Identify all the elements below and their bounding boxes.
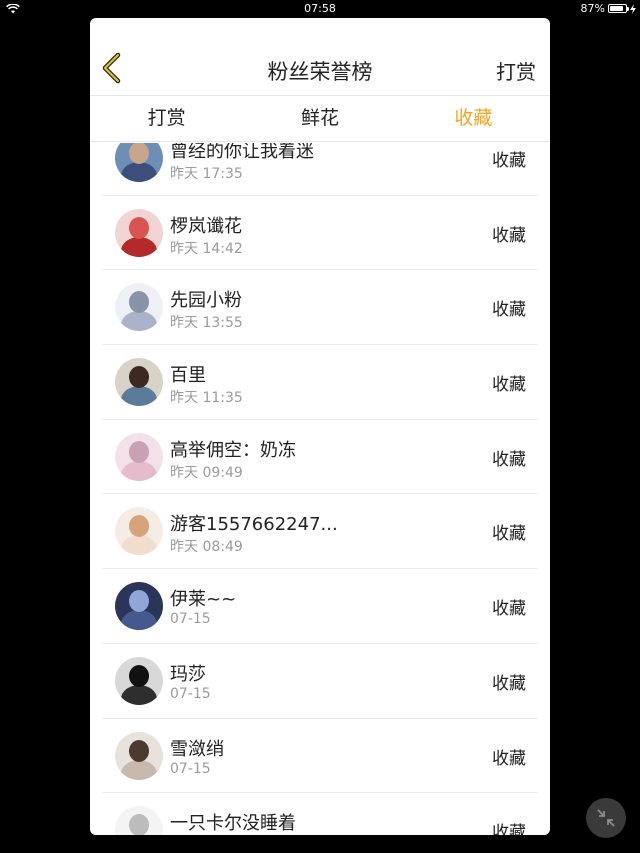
- timestamp: 07-15: [170, 760, 211, 777]
- avatar[interactable]: [115, 507, 163, 556]
- timestamp: 07-15: [170, 685, 211, 702]
- timestamp: 07-15: [170, 611, 211, 628]
- charging-icon: [630, 3, 636, 14]
- user-name: 雪潋绡: [170, 738, 224, 760]
- action-label: 收藏: [492, 748, 526, 769]
- status-time: 07:58: [304, 2, 336, 15]
- user-name: 伊莱~~: [170, 589, 237, 611]
- reward-button[interactable]: 打赏: [496, 56, 536, 85]
- tab-reward[interactable]: 打赏: [90, 96, 243, 141]
- list-item[interactable]: 高举佣空：奶冻昨天 09:49 收藏: [102, 420, 538, 495]
- status-bar: 07:58 87%: [0, 0, 640, 18]
- user-name: 先园小粉: [170, 290, 242, 312]
- list-item[interactable]: 一只卡尔没睡着07-15收藏: [102, 793, 538, 835]
- fan-list[interactable]: 曾经的你让我着迷 昨天 17:35 收藏 椤岚谶花 昨天 14:42 收藏 先园小粉 昨天 1…: [90, 143, 550, 835]
- action-label: 收藏: [492, 225, 526, 246]
- user-name: 曾经的你让我着迷: [170, 143, 314, 162]
- list-item[interactable]: 伊莱~~ 07-15 收藏: [102, 569, 538, 644]
- timestamp: 昨天 08:49: [170, 539, 243, 556]
- avatar[interactable]: [115, 283, 163, 332]
- fan-honor-panel: 粉丝荣誉榜 打赏 打赏 鲜花 收藏 曾经的你让我着迷 昨天 17:35 收藏 椤岚谶花…: [90, 18, 550, 835]
- tab-favorites[interactable]: 收藏: [397, 96, 550, 141]
- user-name: 椤岚谶花: [170, 215, 242, 237]
- action-label: 收藏: [492, 375, 526, 396]
- battery-icon: [608, 4, 629, 13]
- collapse-arrows-icon: [597, 809, 615, 827]
- avatar[interactable]: [115, 432, 163, 481]
- user-name: 玛莎: [170, 663, 206, 685]
- list-item[interactable]: 曾经的你让我着迷 昨天 17:35 收藏: [102, 143, 538, 196]
- user-name: 一只卡尔没睡着: [170, 813, 296, 835]
- timestamp: 昨天 13:55: [170, 315, 243, 332]
- timestamp: 昨天 17:35: [170, 166, 243, 182]
- user-name: 高举佣空：奶冻: [170, 439, 296, 461]
- tab-flowers[interactable]: 鲜花: [243, 96, 396, 141]
- action-label: 收藏: [492, 300, 526, 321]
- list-item[interactable]: 游客1557662247... 昨天 08:49 收藏: [102, 494, 538, 570]
- minimize-button[interactable]: [586, 798, 626, 838]
- timestamp: 昨天 09:49: [170, 464, 243, 481]
- list-item[interactable]: 百里昨天 11:35 收藏: [102, 345, 538, 420]
- list-item[interactable]: 玛莎 07-15 收藏: [102, 644, 538, 719]
- action-label: 收藏: [492, 151, 526, 171]
- action-label: 收藏: [492, 599, 526, 620]
- avatar[interactable]: [115, 143, 163, 182]
- battery-indicator: 87%: [581, 2, 636, 15]
- timestamp: 昨天 14:42: [170, 240, 243, 257]
- avatar[interactable]: [115, 656, 163, 705]
- action-label: 收藏: [492, 449, 526, 470]
- page-title: 粉丝荣誉榜: [267, 60, 373, 84]
- action-label: 收藏: [492, 673, 526, 694]
- user-name: 游客1557662247...: [170, 514, 338, 536]
- timestamp: 昨天 11:35: [170, 390, 243, 407]
- tab-bar: 打赏 鲜花 收藏: [90, 96, 550, 142]
- avatar[interactable]: [115, 358, 163, 407]
- battery-percent: 87%: [580, 2, 605, 15]
- avatar[interactable]: [115, 208, 163, 257]
- action-label: 收藏: [492, 823, 526, 835]
- avatar[interactable]: [115, 731, 163, 780]
- avatar[interactable]: [115, 806, 163, 835]
- avatar[interactable]: [115, 582, 163, 631]
- action-label: 收藏: [492, 524, 526, 545]
- list-item[interactable]: 雪潋绡 07-15 收藏: [102, 719, 538, 794]
- user-name: 百里: [170, 365, 206, 387]
- nav-bar: 粉丝荣誉榜 打赏: [90, 18, 550, 96]
- list-item[interactable]: 先园小粉昨天 13:55 收藏: [102, 270, 538, 346]
- list-item[interactable]: 椤岚谶花昨天 14:42 收藏: [102, 196, 538, 271]
